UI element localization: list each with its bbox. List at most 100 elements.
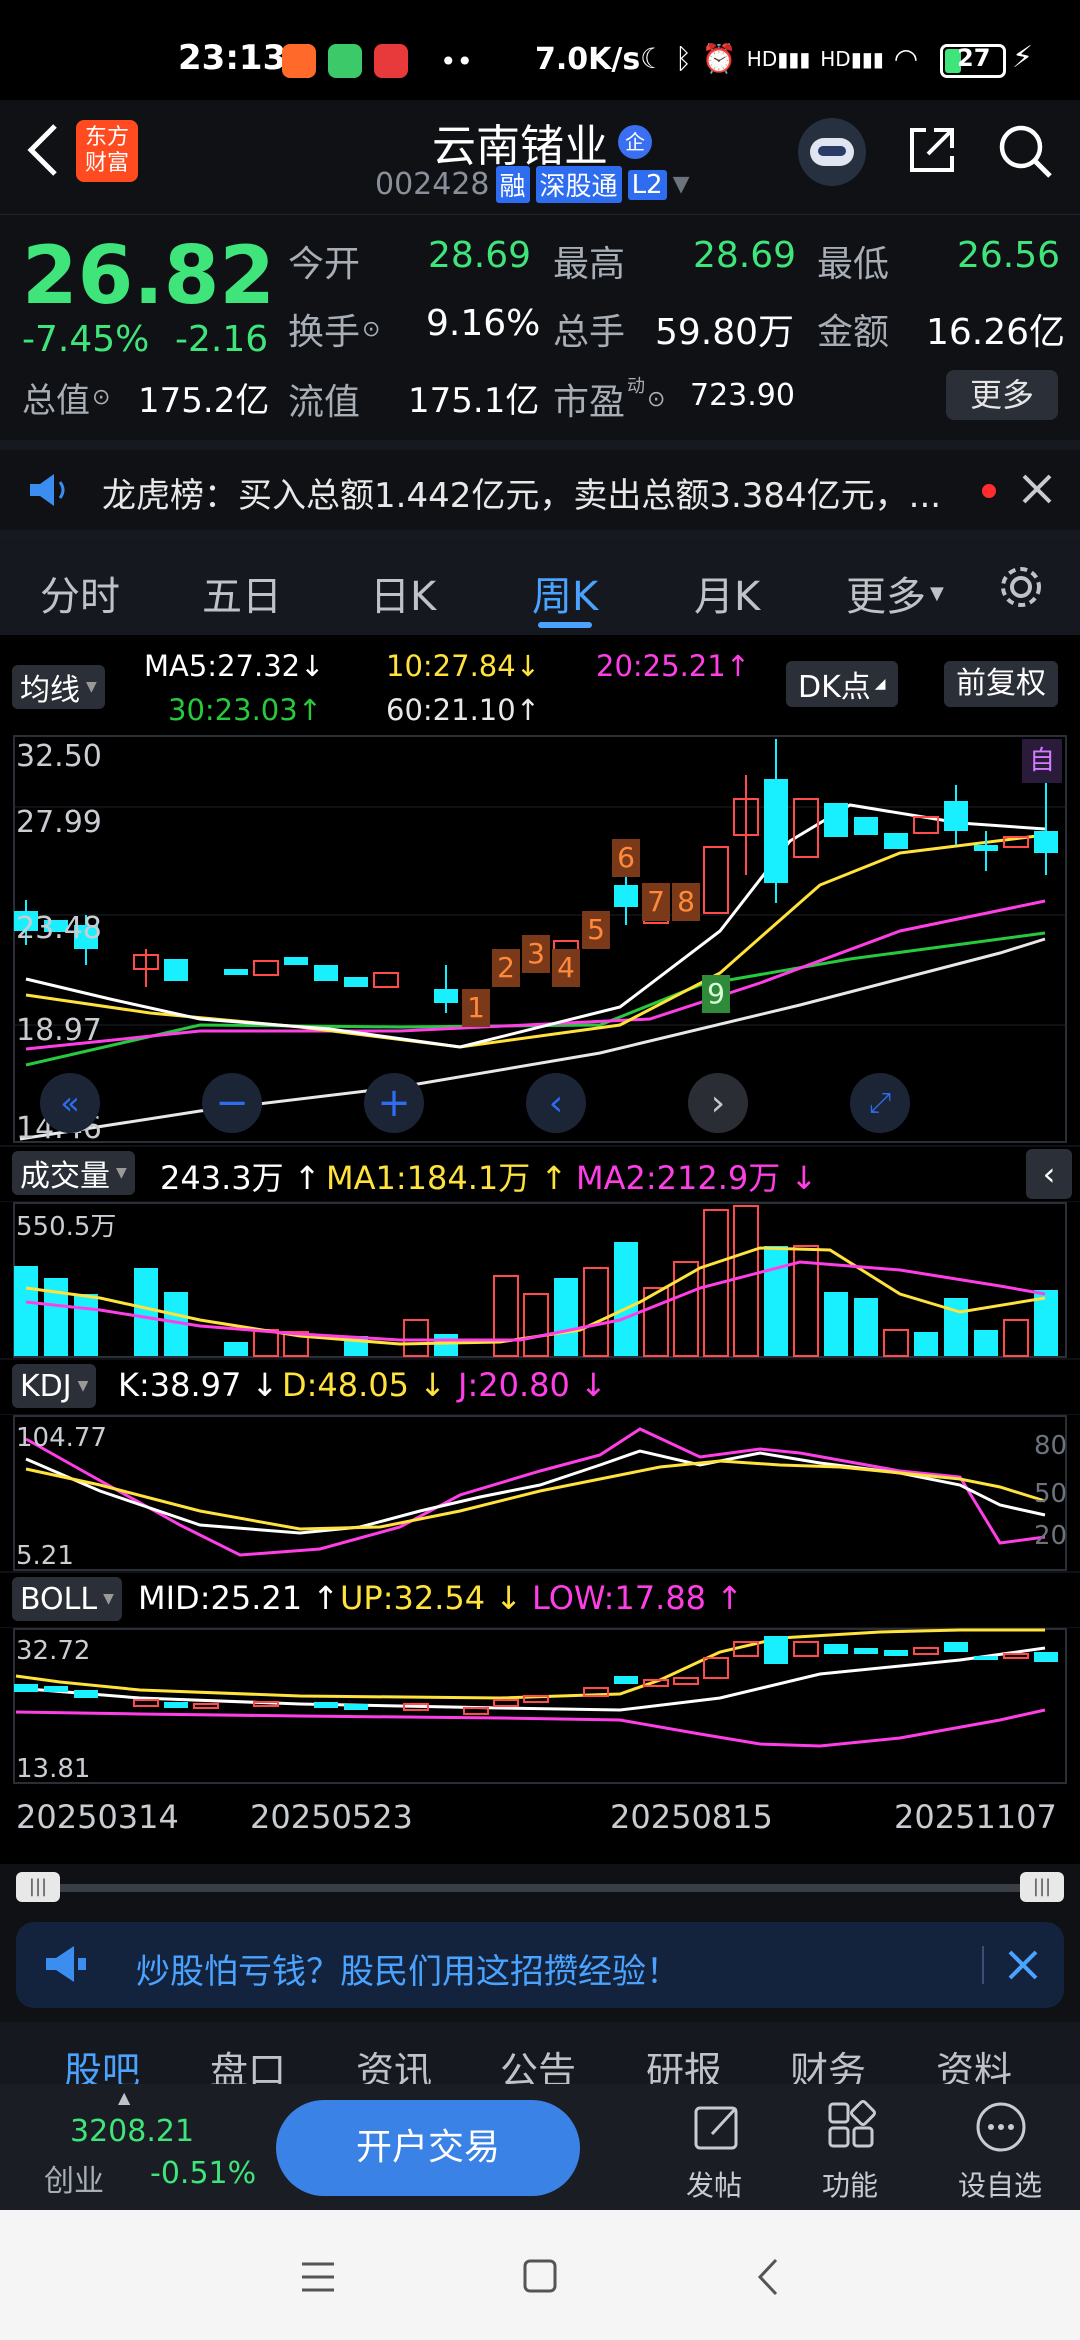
- date-label-3: 20250815: [610, 1798, 773, 1836]
- label-pe[interactable]: 市盈动 ⊙: [553, 373, 665, 425]
- volume-ma2: MA2:212.9万 ↓: [576, 1159, 818, 1197]
- robot-assistant-icon[interactable]: [798, 118, 866, 186]
- menu-nav-icon[interactable]: [300, 2260, 336, 2294]
- add-watchlist-button[interactable]: 设自选: [950, 2094, 1050, 2204]
- kdj-header: KDJ ▼ K:38.97 ↓ D:48.05 ↓ J:20.80 ↓: [0, 1360, 1080, 1414]
- close-icon[interactable]: [1020, 472, 1054, 506]
- date-label-1: 20250314: [16, 1798, 179, 1836]
- ma5-value: MA5:27.32↓: [144, 649, 325, 683]
- label-open: 今开: [288, 244, 361, 285]
- stock-title-group[interactable]: 云南锗业 企: [432, 110, 652, 174]
- zoom-out-button[interactable]: −: [202, 1073, 262, 1133]
- tab-orderbook[interactable]: 盘口: [210, 2040, 286, 2088]
- self-select-tag[interactable]: 自: [1022, 739, 1062, 783]
- bottom-action-bar: 3208.21 创业 -0.51% ▲ 开户交易 发帖 功能 设自选: [0, 2084, 1080, 2210]
- search-icon[interactable]: [996, 122, 1054, 180]
- ma-legend: 均线 ▼ MA5:27.32↓ 10:27.84↓ 20:25.21↑ 30:23…: [0, 635, 1080, 735]
- kdj-dropdown[interactable]: KDJ ▼: [12, 1364, 97, 1408]
- y-label-2: 27.99: [16, 805, 102, 840]
- system-nav-bar: [0, 2210, 1080, 2340]
- value-market-cap: 175.2亿: [138, 381, 270, 421]
- caret-down-icon: ▼: [103, 1591, 114, 1607]
- post-button[interactable]: 发帖: [664, 2094, 764, 2204]
- stock-code-row[interactable]: 002428 融 深股通 L2 ▼: [375, 166, 690, 203]
- marker-8: 8: [672, 883, 700, 921]
- tab-research[interactable]: 研报: [646, 2040, 722, 2088]
- dynamic-superscript: 动: [627, 376, 646, 397]
- signal-hd-icon: HD▮▮▮: [746, 46, 811, 71]
- tab-more[interactable]: 更多 ▼: [846, 564, 944, 622]
- ad-close-icon[interactable]: [1006, 1948, 1040, 1982]
- ad-banner[interactable]: 炒股怕亏钱？股民们用这招攒经验！: [16, 1922, 1064, 2008]
- share-icon[interactable]: [904, 122, 960, 178]
- value-amount: 16.26亿: [926, 312, 1066, 353]
- ma10-value: 10:27.84↓: [386, 649, 541, 683]
- tab-five-day[interactable]: 五日: [202, 564, 282, 622]
- scroll-right-button[interactable]: ›: [688, 1073, 748, 1133]
- gear-icon[interactable]: [996, 562, 1046, 612]
- ma-dropdown[interactable]: 均线 ▼: [12, 665, 105, 709]
- home-nav-icon[interactable]: [522, 2258, 558, 2294]
- adjust-button[interactable]: 前复权: [944, 661, 1058, 707]
- volume-header: 成交量 ▼ 243.3万 ↑ MA1:184.1万 ↑ MA2:212.9万 ↓ …: [0, 1147, 1080, 1201]
- fullscreen-button[interactable]: ⤢: [850, 1073, 910, 1133]
- label-market-cap[interactable]: 总值 ⊙: [22, 373, 110, 422]
- value-high: 28.69: [693, 235, 797, 276]
- tab-financials[interactable]: 财务: [790, 2040, 866, 2088]
- label-turnover[interactable]: 换手 ⊙: [288, 303, 380, 355]
- tab-monthly-k[interactable]: 月K: [694, 564, 760, 622]
- boll-up-line: [15, 1628, 1045, 1700]
- range-handle-right[interactable]: |||: [1020, 1872, 1064, 1902]
- marker-9: 9: [702, 975, 730, 1013]
- collapse-panel-button[interactable]: ‹: [1026, 1149, 1072, 1199]
- value-turnover: 9.16%: [426, 303, 541, 344]
- tab-profile[interactable]: 资料: [936, 2040, 1012, 2088]
- range-handle-left[interactable]: |||: [16, 1872, 60, 1902]
- marker-1: 1: [462, 989, 490, 1027]
- tab-intraday[interactable]: 分时: [40, 564, 120, 622]
- boll-bottom-label: 13.81: [16, 1754, 91, 1784]
- notification-icon-taobao: [282, 44, 316, 78]
- index-value[interactable]: 3208.21: [70, 2114, 194, 2149]
- tab-daily-k[interactable]: 日K: [370, 564, 436, 622]
- tab-news[interactable]: 资讯: [356, 2040, 432, 2088]
- edit-icon: [692, 2100, 744, 2152]
- corner-triangle-icon: ◢: [874, 676, 886, 692]
- boll-mid-line: [15, 1646, 1046, 1712]
- more-button[interactable]: 更多: [946, 370, 1058, 420]
- range-track: [30, 1884, 1050, 1892]
- info-icon: ⊙: [362, 316, 381, 342]
- label-low: 最低: [817, 244, 890, 285]
- function-button[interactable]: 功能: [800, 2094, 900, 2204]
- index-name: 创业: [44, 2164, 104, 2199]
- tab-announcements[interactable]: 公告: [500, 2040, 576, 2088]
- info-icon: ⊙: [647, 386, 666, 412]
- date-axis: 20250314 20250523 20250815 20251107: [0, 1784, 1080, 1864]
- scroll-left-fast-button[interactable]: «: [40, 1073, 100, 1133]
- back-nav-icon[interactable]: [756, 2258, 780, 2296]
- range-slider[interactable]: ||| |||: [0, 1864, 1080, 1910]
- marker-4: 4: [552, 949, 580, 987]
- scroll-left-button[interactable]: ‹: [526, 1073, 586, 1133]
- boll-dropdown[interactable]: BOLL ▼: [12, 1577, 122, 1621]
- open-trade-button[interactable]: 开户交易: [276, 2100, 580, 2196]
- caret-down-icon: ▼: [77, 1378, 89, 1394]
- dk-point-button[interactable]: DK点 ◢: [786, 661, 898, 707]
- chevron-down-icon: ▼: [672, 172, 690, 197]
- kdj-level-20: 20: [1034, 1521, 1068, 1551]
- kline-chart[interactable]: 32.50 27.99 23.48 18.97 14.46 自 1 2 3 4 …: [0, 735, 1080, 1146]
- label-float-cap: 流值: [288, 382, 361, 423]
- y-label-3: 23.48: [16, 911, 102, 946]
- volume-chart: 550.5万: [0, 1202, 1080, 1358]
- ma30-value: 30:23.03↑: [168, 693, 323, 727]
- volume-max-label: 550.5万: [16, 1212, 117, 1242]
- tab-weekly-k[interactable]: 周K: [532, 564, 598, 622]
- tag-connect: 深股通: [535, 166, 622, 203]
- back-button[interactable]: [18, 120, 68, 180]
- zoom-in-button[interactable]: +: [364, 1073, 424, 1133]
- net-speed: 7.0K/s: [535, 42, 641, 77]
- notice-bar[interactable]: 龙虎榜：买入总额1.442亿元，卖出总额3.384亿元，...: [0, 450, 1080, 530]
- tab-forum[interactable]: 股吧: [64, 2040, 140, 2088]
- status-system-icons: ☾ ᛒ ⏰ HD▮▮▮ HD▮▮▮ ◠: [640, 42, 918, 75]
- volume-dropdown[interactable]: 成交量 ▼: [12, 1151, 135, 1195]
